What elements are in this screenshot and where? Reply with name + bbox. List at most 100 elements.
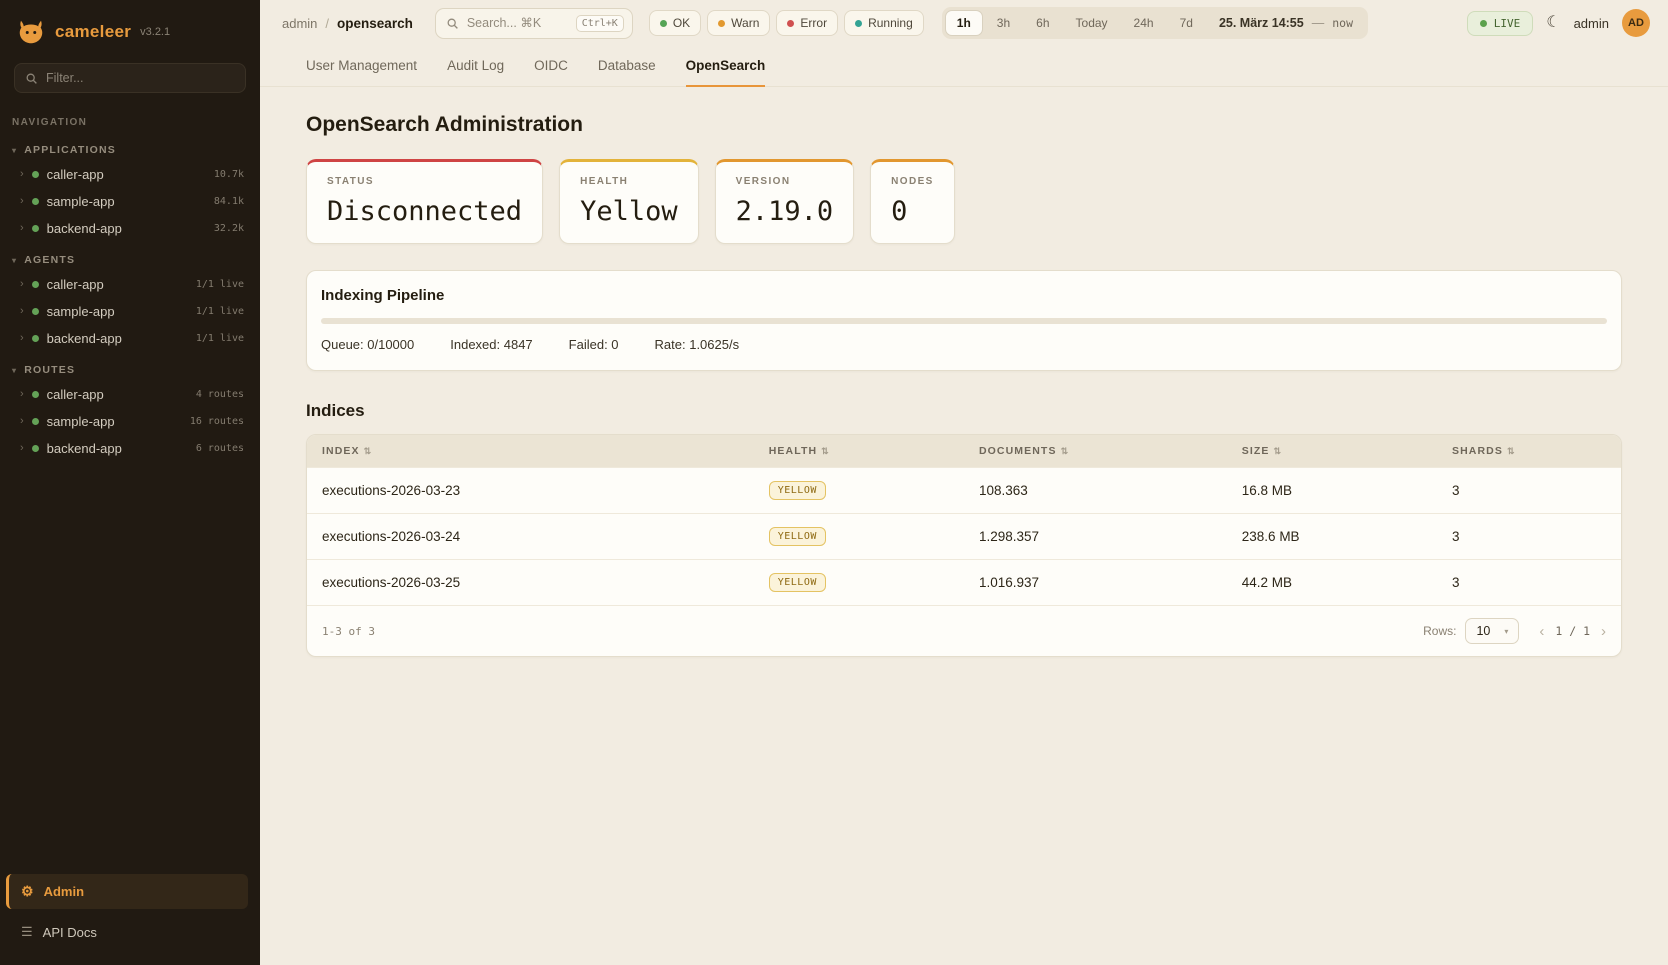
time-range-today[interactable]: Today: [1064, 10, 1120, 36]
time-range-1h[interactable]: 1h: [945, 10, 983, 36]
sidebar-item-agent-backend[interactable]: › backend-app 1/1 live: [0, 325, 260, 352]
page-title: OpenSearch Administration: [306, 113, 1622, 137]
chevron-right-icon: ›: [20, 279, 24, 290]
app-logo[interactable]: cameleer v3.2.1: [0, 0, 260, 59]
sidebar-item-route-sample[interactable]: › sample-app 16 routes: [0, 408, 260, 435]
sidebar-item-api-docs[interactable]: ☰ API Docs: [9, 915, 248, 949]
stat-card-health: HEALTH Yellow: [559, 159, 699, 244]
filter-chip-warn[interactable]: Warn: [707, 10, 770, 36]
error-dot-icon: [787, 20, 794, 27]
tab-audit-log[interactable]: Audit Log: [447, 58, 504, 87]
dark-mode-toggle[interactable]: ☾: [1546, 15, 1560, 31]
docs-list-icon: ☰: [21, 924, 33, 940]
admin-tabbar: User Management Audit Log OIDC Database …: [260, 46, 1668, 87]
prev-page-button[interactable]: ‹: [1539, 624, 1544, 639]
table-row[interactable]: executions-2026-03-23 YELLOW 108.363 16.…: [307, 468, 1621, 514]
caret-down-icon: ▾: [12, 366, 17, 375]
status-dot: [32, 281, 39, 288]
sidebar-filter[interactable]: [14, 63, 246, 93]
time-range-3h[interactable]: 3h: [985, 10, 1022, 36]
time-range-24h[interactable]: 24h: [1122, 10, 1166, 36]
cell-health: YELLOW: [754, 514, 964, 560]
column-header-shards[interactable]: SHARDS⇅: [1437, 435, 1621, 468]
live-badge: 1/1 live: [196, 333, 244, 344]
status-dot: [32, 445, 39, 452]
brand-name: cameleer: [55, 22, 131, 42]
filter-chip-error[interactable]: Error: [776, 10, 838, 36]
sidebar-item-app-sample[interactable]: › sample-app 84.1k: [0, 188, 260, 215]
stat-value: 0: [891, 196, 934, 227]
column-header-size[interactable]: SIZE⇅: [1227, 435, 1437, 468]
sidebar-item-agent-sample[interactable]: › sample-app 1/1 live: [0, 298, 260, 325]
global-search[interactable]: Ctrl+K: [435, 8, 633, 39]
section-label: APPLICATIONS: [24, 144, 116, 156]
sidebar-item-label: caller-app: [47, 387, 104, 402]
rows-per-page-select[interactable]: 10 ▾: [1465, 618, 1519, 644]
status-dot: [32, 171, 39, 178]
column-label: SIZE: [1242, 445, 1270, 457]
sort-icon: ⇅: [364, 446, 373, 456]
next-page-button[interactable]: ›: [1601, 624, 1606, 639]
sort-icon: ⇅: [821, 446, 830, 456]
sidebar-item-label: sample-app: [47, 414, 115, 429]
caret-down-icon: ▾: [12, 146, 17, 155]
gear-icon: ⚙: [21, 883, 34, 900]
sidebar-item-agent-caller[interactable]: › caller-app 1/1 live: [0, 271, 260, 298]
sort-icon: ⇅: [1061, 446, 1070, 456]
live-dot-icon: [1480, 20, 1487, 27]
cell-shards: 3: [1437, 514, 1621, 560]
section-header-applications[interactable]: ▾ APPLICATIONS: [0, 132, 260, 161]
sidebar-item-app-backend[interactable]: › backend-app 32.2k: [0, 215, 260, 242]
tab-opensearch[interactable]: OpenSearch: [686, 58, 766, 87]
chevron-right-icon: ›: [20, 306, 24, 317]
sidebar-item-route-caller[interactable]: › caller-app 4 routes: [0, 381, 260, 408]
range-separator: —: [1312, 16, 1325, 30]
sidebar-item-label: backend-app: [47, 221, 122, 236]
cell-documents: 1.016.937: [964, 560, 1227, 606]
pipeline-rate: Rate: 1.0625/s: [655, 337, 740, 352]
column-label: SHARDS: [1452, 445, 1503, 457]
column-label: HEALTH: [769, 445, 817, 457]
chevron-right-icon: ›: [20, 333, 24, 344]
filter-chip-ok[interactable]: OK: [649, 10, 701, 36]
tab-user-management[interactable]: User Management: [306, 58, 417, 87]
column-header-index[interactable]: INDEX⇅: [307, 435, 754, 468]
filter-chip-running[interactable]: Running: [844, 10, 924, 36]
cell-documents: 108.363: [964, 468, 1227, 514]
live-toggle[interactable]: LIVE: [1467, 11, 1534, 36]
routes-badge: 16 routes: [190, 416, 244, 427]
section-header-agents[interactable]: ▾ AGENTS: [0, 242, 260, 271]
table-row[interactable]: executions-2026-03-24 YELLOW 1.298.357 2…: [307, 514, 1621, 560]
search-input[interactable]: [467, 16, 568, 30]
navigation-label: NAVIGATION: [0, 101, 260, 132]
sidebar: cameleer v3.2.1 NAVIGATION ▾ APPLICATION…: [0, 0, 260, 965]
count-badge: 84.1k: [214, 196, 244, 207]
pipeline-indexed: Indexed: 4847: [450, 337, 532, 352]
sidebar-item-app-caller[interactable]: › caller-app 10.7k: [0, 161, 260, 188]
stat-card-status: STATUS Disconnected: [306, 159, 543, 244]
topbar-right: LIVE ☾ admin AD: [1467, 9, 1650, 37]
shortcut-badge: Ctrl+K: [576, 15, 624, 32]
sidebar-item-route-backend[interactable]: › backend-app 6 routes: [0, 435, 260, 462]
filter-input[interactable]: [46, 71, 235, 85]
time-range-display[interactable]: 25. März 14:55 — now: [1207, 16, 1365, 30]
chevron-right-icon: ›: [20, 196, 24, 207]
status-dot: [32, 391, 39, 398]
column-label: DOCUMENTS: [979, 445, 1057, 457]
table-header-row: INDEX⇅ HEALTH⇅ DOCUMENTS⇅ SIZE⇅ SHARDS⇅: [307, 435, 1621, 468]
time-range-6h[interactable]: 6h: [1024, 10, 1061, 36]
avatar[interactable]: AD: [1622, 9, 1650, 37]
column-header-documents[interactable]: DOCUMENTS ⇅: [964, 435, 1227, 468]
sidebar-item-admin[interactable]: ⚙ Admin: [6, 874, 248, 909]
column-header-health[interactable]: HEALTH ⇅: [754, 435, 964, 468]
breadcrumb-parent[interactable]: admin: [282, 16, 317, 31]
time-range-7d[interactable]: 7d: [1168, 10, 1205, 36]
live-badge: 1/1 live: [196, 279, 244, 290]
sidebar-item-label: sample-app: [47, 304, 115, 319]
table-row[interactable]: executions-2026-03-25 YELLOW 1.016.937 4…: [307, 560, 1621, 606]
tab-oidc[interactable]: OIDC: [534, 58, 568, 87]
stat-label: HEALTH: [580, 176, 678, 187]
section-header-routes[interactable]: ▾ ROUTES: [0, 352, 260, 381]
tab-database[interactable]: Database: [598, 58, 656, 87]
rows-per-page-value: 10: [1476, 624, 1490, 638]
